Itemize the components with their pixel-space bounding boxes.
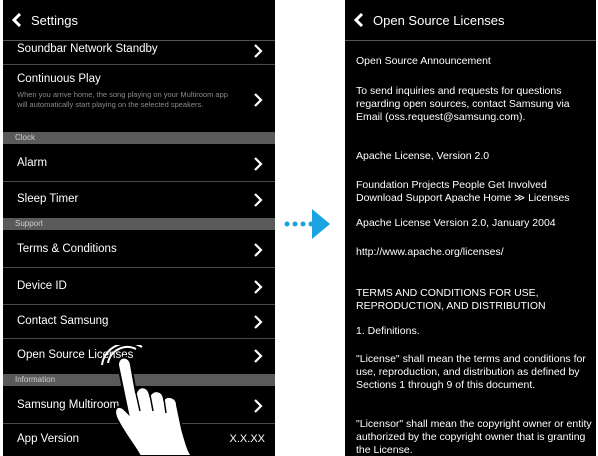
dots-connector-icon <box>284 221 313 227</box>
chevron-right-icon <box>254 157 263 171</box>
license-link[interactable]: http://www.apache.org/licenses/ <box>356 246 592 259</box>
app-version-value: X.X.XX <box>229 433 265 445</box>
chevron-right-icon <box>254 315 263 329</box>
settings-item-label: App Version <box>17 433 80 445</box>
section-header-clock: Clock <box>3 132 275 144</box>
settings-item-label: Device ID <box>17 280 67 292</box>
chevron-right-icon <box>254 349 263 363</box>
open-source-licenses-screen: Open Source Licenses Open Source Announc… <box>345 0 596 456</box>
settings-item-sleep-timer[interactable]: Sleep Timer <box>3 182 275 216</box>
back-icon[interactable] <box>11 12 27 28</box>
license-paragraph: Apache License Version 2.0, January 2004 <box>356 217 556 229</box>
settings-item-label: Sleep Timer <box>17 193 79 205</box>
chevron-right-icon <box>254 44 263 58</box>
licenses-header: Open Source Licenses <box>345 0 596 41</box>
section-label: Support <box>15 219 44 228</box>
chevron-right-icon <box>254 193 263 207</box>
section-label: Clock <box>15 133 36 142</box>
settings-item-terms-conditions[interactable]: Terms & Conditions <box>3 231 275 268</box>
settings-item-label: Soundbar Network Standby <box>17 43 158 55</box>
license-paragraph: Foundation Projects People Get Involved … <box>356 179 570 204</box>
chevron-right-icon <box>254 399 263 413</box>
settings-item-label: Contact Samsung <box>17 315 109 327</box>
settings-item-soundbar-network-standby[interactable]: Soundbar Network Standby <box>3 38 275 65</box>
settings-item-alarm[interactable]: Alarm <box>3 145 275 182</box>
page-title: Settings <box>31 12 78 28</box>
settings-item-contact-samsung[interactable]: Contact Samsung <box>3 305 275 339</box>
license-paragraph: 1. Definitions. <box>356 325 420 337</box>
settings-item-continuous-play[interactable]: Continuous Play When you arrive home, th… <box>3 65 275 131</box>
settings-header: Settings <box>3 0 275 41</box>
license-paragraph: "License" shall mean the terms and condi… <box>356 353 586 391</box>
arrow-right-icon <box>312 209 330 239</box>
chevron-right-icon <box>254 243 263 257</box>
settings-item-device-id[interactable]: Device ID <box>3 268 275 305</box>
back-icon[interactable] <box>353 12 369 28</box>
license-paragraph: Open Source Announcement <box>356 55 491 67</box>
section-header-support: Support <box>3 218 275 230</box>
license-paragraph: "Licensor" shall mean the copyright owne… <box>356 418 592 456</box>
chevron-right-icon <box>254 280 263 294</box>
section-label: Information <box>15 375 56 384</box>
page-title: Open Source Licenses <box>373 12 505 28</box>
settings-item-label: Terms & Conditions <box>17 243 117 255</box>
license-paragraph: Apache License, Version 2.0 <box>356 150 490 162</box>
license-paragraph: TERMS AND CONDITIONS FOR USE, REPRODUCTI… <box>356 287 546 312</box>
license-paragraph: To send inquiries and requests for quest… <box>356 85 570 123</box>
settings-item-label: Continuous Play <box>17 73 101 85</box>
chevron-right-icon <box>254 93 263 107</box>
hand-tap-icon <box>101 345 194 456</box>
settings-item-description: When you arrive home, the song playing o… <box>17 90 228 109</box>
settings-item-label: Alarm <box>17 157 48 169</box>
